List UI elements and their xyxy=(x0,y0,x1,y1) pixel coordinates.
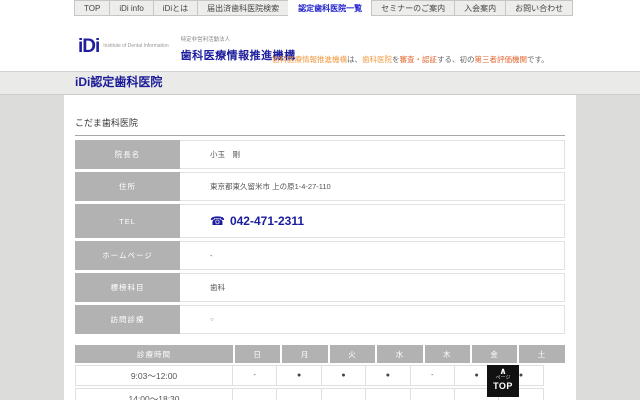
site-tagline: 歯科医療情報推進機構は、歯科医院を審査・認証する、初の第三者評価機関です。 xyxy=(272,54,549,65)
tel-number[interactable]: 042-471-2311 xyxy=(230,214,304,228)
row-label-visiting-care: 訪問診療 xyxy=(75,305,180,334)
clinic-name-heading: こだま歯科医院 xyxy=(75,116,565,136)
nav-tab-idi-info[interactable]: iDi info xyxy=(109,0,153,16)
schedule-cell xyxy=(276,388,321,400)
schedule-header-mon: 月 xyxy=(282,345,327,363)
schedule-cell: - xyxy=(410,365,455,386)
table-row: TEL ☎ 042-471-2311 xyxy=(75,204,565,238)
schedule-header-sat: 土 xyxy=(519,345,564,363)
page-title-bar: iDi認定歯科医院 xyxy=(0,71,640,95)
page-top-button[interactable]: ∧ ページ TOP xyxy=(487,365,519,397)
tagline-part: する、初の xyxy=(437,55,475,64)
site-header: iDi Institute of Dental Information 特定非営… xyxy=(0,17,640,71)
nav-tab-seminar[interactable]: セミナーのご案内 xyxy=(371,0,455,16)
clinic-info-table: 院長名 小玉 剛 住所 東京都東久留米市 上の原1-4-27-110 TEL ☎… xyxy=(75,140,565,337)
phone-icon: ☎ xyxy=(210,214,225,228)
tagline-part: を xyxy=(392,55,400,64)
row-label-address: 住所 xyxy=(75,172,180,201)
tagline-part: 歯科医療情報推進機構 xyxy=(272,55,347,64)
schedule-cell: - xyxy=(232,365,277,386)
schedule-header-tue: 火 xyxy=(330,345,375,363)
row-label-tel: TEL xyxy=(75,204,180,238)
row-label-departments: 標榜科目 xyxy=(75,273,180,302)
schedule-cell xyxy=(365,388,410,400)
row-value-departments: 歯科 xyxy=(180,273,565,302)
schedule-header-fri: 金 xyxy=(472,345,517,363)
table-row: 標榜科目 歯科 xyxy=(75,273,565,302)
table-row: 住所 東京都東久留米市 上の原1-4-27-110 xyxy=(75,172,565,201)
table-row: 訪問診療 ○ xyxy=(75,305,565,334)
schedule-cell: ● xyxy=(321,365,366,386)
page: TOP iDi info iDiとは 届出済歯科医院検索 認定歯科医院一覧 セミ… xyxy=(0,0,640,400)
tagline-part: 第三者評価機関 xyxy=(475,55,528,64)
schedule-cell xyxy=(321,388,366,400)
row-label-homepage: ホームページ xyxy=(75,241,180,270)
row-value-homepage: - xyxy=(180,241,565,270)
page-title: iDi認定歯科医院 xyxy=(0,72,640,93)
row-value-visiting-care: ○ xyxy=(180,305,565,334)
nav-tab-membership[interactable]: 入会案内 xyxy=(454,0,506,16)
tagline-part: 審査・認証 xyxy=(400,55,438,64)
row-value-address: 東京都東久留米市 上の原1-4-27-110 xyxy=(180,172,565,201)
idi-logo: iDi xyxy=(78,37,99,56)
chevron-up-icon: ∧ xyxy=(487,367,519,375)
schedule-header-hours: 診療時間 xyxy=(75,345,233,363)
row-value-tel[interactable]: ☎ 042-471-2311 xyxy=(180,204,565,238)
nav-tab-clinic-search[interactable]: 届出済歯科医院検索 xyxy=(197,0,289,16)
logo-caption: Institute of Dental Information xyxy=(103,43,168,49)
org-type-label: 特定非営利活動法人 xyxy=(181,37,231,43)
nav-tab-contact[interactable]: お問い合わせ xyxy=(505,0,573,16)
schedule-header-sun: 日 xyxy=(235,345,280,363)
schedule-time: 14:00～18:30 xyxy=(75,388,233,400)
table-row: ホームページ - xyxy=(75,241,565,270)
schedule-cell xyxy=(232,388,277,400)
logo-link[interactable]: iDi Institute of Dental Information 特定非営… xyxy=(78,28,296,64)
top-nav: TOP iDi info iDiとは 届出済歯科医院検索 認定歯科医院一覧 セミ… xyxy=(0,0,640,17)
row-label-director: 院長名 xyxy=(75,140,180,169)
schedule-time: 9:03～12:00 xyxy=(75,365,233,386)
tagline-part: です。 xyxy=(527,55,549,64)
tagline-part: 歯科医院 xyxy=(362,55,392,64)
schedule-header-wed: 水 xyxy=(377,345,422,363)
nav-tab-about-idi[interactable]: iDiとは xyxy=(153,0,198,16)
row-value-director: 小玉 剛 xyxy=(180,140,565,169)
schedule-header-thu: 木 xyxy=(425,345,470,363)
schedule-cell xyxy=(410,388,455,400)
schedule-header-row: 診療時間 日 月 火 水 木 金 土 xyxy=(75,345,565,363)
nav-tab-certified-clinic-list[interactable]: 認定歯科医院一覧 xyxy=(288,0,372,16)
nav-tab-top[interactable]: TOP xyxy=(74,0,110,16)
table-row: 院長名 小玉 剛 xyxy=(75,140,565,169)
page-top-label: TOP xyxy=(487,381,519,391)
schedule-cell: ● xyxy=(276,365,321,386)
tagline-part: は、 xyxy=(347,55,362,64)
nav-tab-list: TOP iDi info iDiとは 届出済歯科医院検索 認定歯科医院一覧 セミ… xyxy=(75,0,573,16)
schedule-cell: ● xyxy=(365,365,410,386)
